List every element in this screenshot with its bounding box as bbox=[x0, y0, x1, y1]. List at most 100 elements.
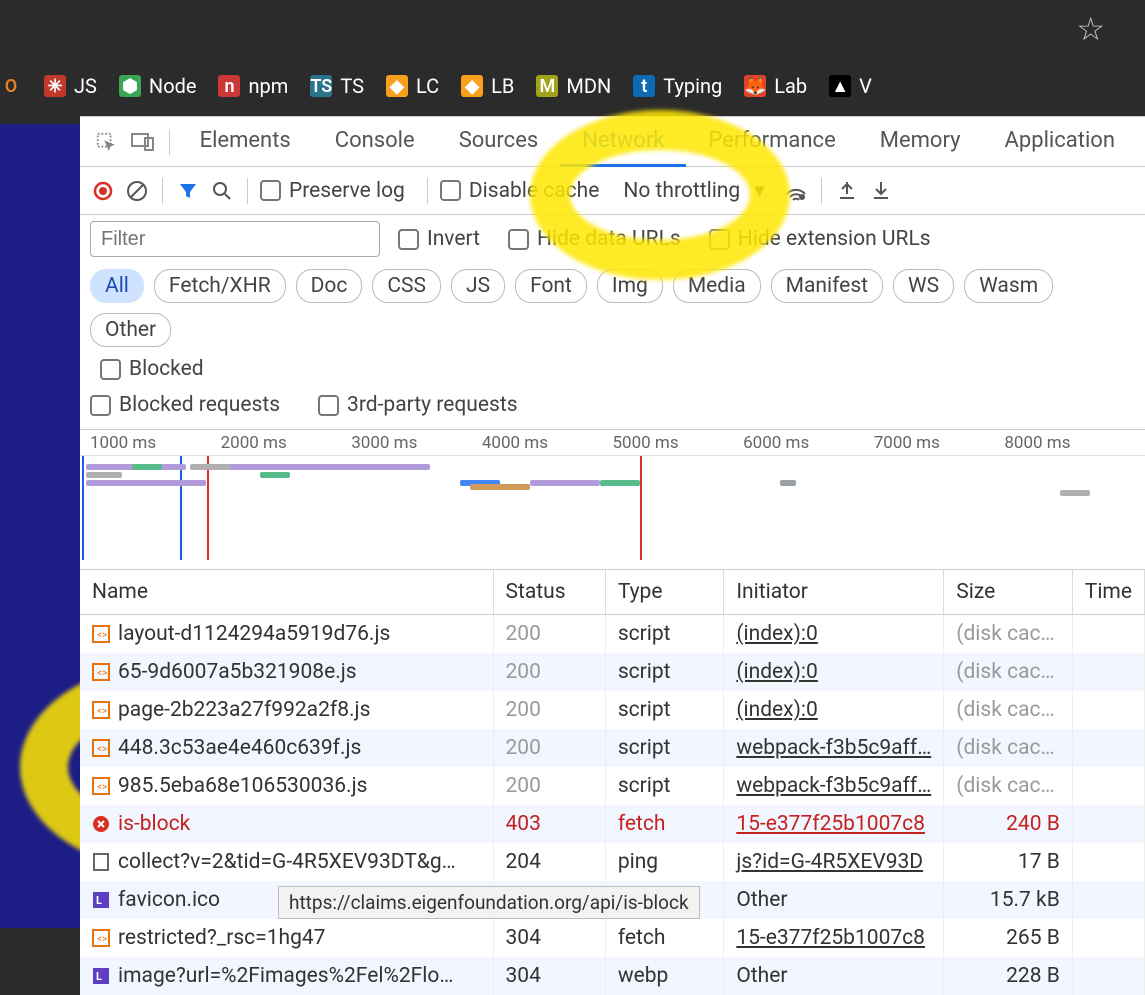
timeline-tick: 6000 ms bbox=[743, 433, 874, 453]
third-party-checkbox[interactable]: 3rd-party requests bbox=[318, 393, 517, 417]
svg-text:<>: <> bbox=[97, 934, 107, 945]
filter-icon[interactable] bbox=[175, 178, 201, 204]
search-icon[interactable] bbox=[209, 178, 235, 204]
tab-application[interactable]: Application bbox=[983, 117, 1137, 167]
initiator-link[interactable]: (index):0 bbox=[736, 622, 818, 646]
request-name: collect?v=2&tid=G-4R5XEV93DT&g… bbox=[118, 850, 456, 874]
filter-pill-fetchxhr[interactable]: Fetch/XHR bbox=[154, 269, 286, 303]
initiator-link[interactable]: webpack-f3b5c9aff… bbox=[736, 736, 931, 760]
filter-pill-doc[interactable]: Doc bbox=[296, 269, 363, 303]
request-name: favicon.ico bbox=[118, 888, 220, 912]
filter-pill-all[interactable]: All bbox=[90, 269, 144, 303]
disable-cache-checkbox[interactable]: Disable cache bbox=[440, 179, 600, 203]
filter-pill-other[interactable]: Other bbox=[90, 313, 171, 347]
tab-elements[interactable]: Elements bbox=[178, 117, 313, 167]
record-icon[interactable] bbox=[90, 178, 116, 204]
device-toolbar-icon[interactable] bbox=[130, 127, 154, 157]
type-cell: script bbox=[605, 729, 724, 767]
type-cell: webp bbox=[605, 957, 724, 995]
status-cell: 304 bbox=[493, 957, 605, 995]
column-header[interactable]: Type bbox=[605, 570, 724, 615]
initiator-link[interactable]: (index):0 bbox=[736, 698, 818, 722]
type-cell: ping bbox=[605, 843, 724, 881]
hide-extension-urls-checkbox[interactable]: Hide extension URLs bbox=[709, 227, 931, 251]
filter-input[interactable] bbox=[90, 221, 380, 257]
filter-pill-css[interactable]: CSS bbox=[372, 269, 441, 303]
filter-pill-manifest[interactable]: Manifest bbox=[771, 269, 883, 303]
table-row[interactable]: <>65-9d6007a5b321908e.js200script(index)… bbox=[80, 653, 1145, 691]
filter-pill-ws[interactable]: WS bbox=[893, 269, 954, 303]
blocked-requests-checkbox[interactable]: Blocked requests bbox=[90, 393, 280, 417]
initiator-link[interactable]: js?id=G-4R5XEV93D bbox=[736, 850, 923, 874]
table-row[interactable]: <>448.3c53ae4e460c639f.js200scriptwebpac… bbox=[80, 729, 1145, 767]
bookmark-item[interactable]: TSTS bbox=[310, 74, 364, 98]
filter-pill-wasm[interactable]: Wasm bbox=[964, 269, 1053, 303]
size-cell: 17 B bbox=[944, 843, 1073, 881]
column-header[interactable]: Status bbox=[493, 570, 605, 615]
network-toolbar: Preserve log Disable cache No throttling… bbox=[80, 167, 1145, 215]
initiator-link: Other bbox=[736, 888, 787, 912]
column-header[interactable]: Initiator bbox=[724, 570, 944, 615]
table-row[interactable]: is-block403fetch15-e377f25b1007c8240 B bbox=[80, 805, 1145, 843]
bookmark-item[interactable]: O bbox=[0, 75, 22, 97]
bookmark-item[interactable]: ✳JS bbox=[44, 74, 97, 98]
bookmark-item[interactable]: 🦊Lab bbox=[744, 74, 807, 98]
img-icon: L bbox=[92, 891, 110, 909]
timeline-tick: 5000 ms bbox=[613, 433, 744, 453]
column-header[interactable]: Name bbox=[80, 570, 493, 615]
bookmark-item[interactable]: ⬢Node bbox=[119, 74, 197, 98]
bookmark-item[interactable]: nnpm bbox=[218, 74, 288, 98]
hide-data-urls-checkbox[interactable]: Hide data URLs bbox=[508, 227, 681, 251]
inspect-icon[interactable] bbox=[94, 127, 118, 157]
table-row[interactable]: Limage?url=%2Fimages%2Fel%2Flo…304webpOt… bbox=[80, 957, 1145, 995]
table-row[interactable]: <>985.5eba68e106530036.js200scriptwebpac… bbox=[80, 767, 1145, 805]
tab-memory[interactable]: Memory bbox=[858, 117, 983, 167]
filter-pill-img[interactable]: Img bbox=[597, 269, 663, 303]
bookmark-item[interactable]: tTyping bbox=[633, 74, 722, 98]
js-icon: <> bbox=[92, 777, 110, 795]
status-cell: 200 bbox=[493, 729, 605, 767]
request-name: 448.3c53ae4e460c639f.js bbox=[118, 736, 361, 760]
throttling-dropdown[interactable]: No throttling▾ bbox=[623, 178, 764, 203]
tab-network[interactable]: Network bbox=[560, 117, 686, 167]
timeline-tick: 3000 ms bbox=[351, 433, 482, 453]
preserve-log-checkbox[interactable]: Preserve log bbox=[260, 179, 405, 203]
bookmark-item[interactable]: MMDN bbox=[536, 74, 611, 98]
filter-pill-media[interactable]: Media bbox=[673, 269, 761, 303]
blocked-response-checkbox[interactable]: Blocked bbox=[100, 357, 204, 381]
tab-console[interactable]: Console bbox=[313, 117, 437, 167]
initiator-link[interactable]: (index):0 bbox=[736, 660, 818, 684]
filter-pill-js[interactable]: JS bbox=[451, 269, 505, 303]
bookmark-item[interactable]: ▲V bbox=[829, 74, 872, 98]
table-row[interactable]: <>restricted?_rsc=1hg47304fetch15-e377f2… bbox=[80, 919, 1145, 957]
waterfall-overview[interactable]: 1000 ms2000 ms3000 ms4000 ms5000 ms6000 … bbox=[80, 430, 1145, 570]
import-har-icon[interactable] bbox=[834, 178, 860, 204]
initiator-link[interactable]: webpack-f3b5c9aff… bbox=[736, 774, 931, 798]
js-icon: <> bbox=[92, 663, 110, 681]
table-row[interactable]: collect?v=2&tid=G-4R5XEV93DT&g…204pingjs… bbox=[80, 843, 1145, 881]
initiator-link[interactable]: 15-e377f25b1007c8 bbox=[736, 926, 925, 950]
initiator-link[interactable]: 15-e377f25b1007c8 bbox=[736, 812, 925, 836]
column-header[interactable]: Size bbox=[944, 570, 1073, 615]
tab-performance[interactable]: Performance bbox=[686, 117, 857, 167]
clear-icon[interactable] bbox=[124, 178, 150, 204]
invert-checkbox[interactable]: Invert bbox=[398, 227, 480, 251]
column-header[interactable]: Time bbox=[1072, 570, 1144, 615]
bookmark-star-icon[interactable]: ☆ bbox=[1076, 10, 1105, 48]
request-name: 985.5eba68e106530036.js bbox=[118, 774, 367, 798]
export-har-icon[interactable] bbox=[868, 178, 894, 204]
type-cell: script bbox=[605, 691, 724, 729]
initiator-link: Other bbox=[736, 964, 787, 988]
err-icon bbox=[92, 815, 110, 833]
bookmark-item[interactable]: ◆LC bbox=[386, 74, 439, 98]
type-cell: script bbox=[605, 767, 724, 805]
tab-sources[interactable]: Sources bbox=[437, 117, 561, 167]
filter-pill-font[interactable]: Font bbox=[515, 269, 587, 303]
bookmark-item[interactable]: ◆LB bbox=[461, 74, 514, 98]
table-row[interactable]: <>page-2b223a27f992a2f8.js200script(inde… bbox=[80, 691, 1145, 729]
network-conditions-icon[interactable] bbox=[783, 178, 809, 204]
table-row[interactable]: <>layout-d1124294a5919d76.js200script(in… bbox=[80, 615, 1145, 654]
size-cell: 15.7 kB bbox=[944, 881, 1073, 919]
status-cell: 200 bbox=[493, 615, 605, 654]
timeline-tick: 4000 ms bbox=[482, 433, 613, 453]
